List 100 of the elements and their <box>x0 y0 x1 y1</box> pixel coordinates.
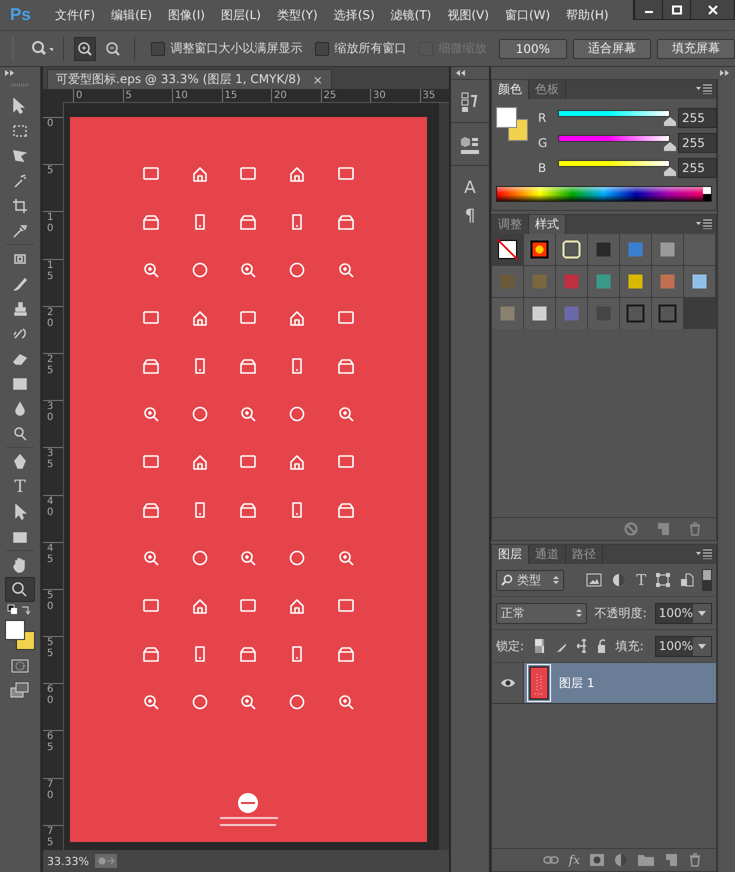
adjustment-layer-icon[interactable] <box>614 853 628 867</box>
close-button[interactable] <box>690 0 734 19</box>
menu-item[interactable]: 图层(L) <box>212 6 269 24</box>
collapse-icon[interactable] <box>456 70 466 76</box>
folder-icon[interactable] <box>638 854 654 866</box>
checkbox[interactable] <box>150 42 165 56</box>
maximize-button[interactable] <box>662 0 690 19</box>
option-button[interactable]: 填充屏幕 <box>657 38 735 58</box>
panel-menu-icon[interactable] <box>696 219 712 229</box>
zoom-tool[interactable] <box>5 577 35 602</box>
foreground-color-swatch[interactable] <box>496 107 517 128</box>
link-icon[interactable] <box>542 855 559 865</box>
lock-position-icon[interactable] <box>576 639 586 653</box>
character-panel-button[interactable]: A <box>464 178 476 198</box>
menu-item[interactable]: 类型(Y) <box>268 6 326 24</box>
new-layer-icon[interactable] <box>664 853 678 867</box>
document-tab[interactable]: 可爱型图标.eps @ 33.3% (图层 1, CMYK/8) × <box>47 69 332 89</box>
layer-style-button[interactable]: fx <box>568 853 580 867</box>
panel-tab[interactable]: 颜色 <box>492 80 529 99</box>
opacity-field[interactable]: 100% <box>654 602 712 624</box>
panel-tab[interactable]: 路径 <box>566 545 603 564</box>
channel-label: B <box>538 160 548 174</box>
panel-tab[interactable]: 色板 <box>529 80 566 99</box>
lock-transparency-icon[interactable] <box>535 639 544 653</box>
shape-filter-icon[interactable] <box>656 573 670 587</box>
wand-icon <box>12 172 28 188</box>
menu-item[interactable]: 帮助(H) <box>558 6 617 24</box>
ruler-label: 10 <box>47 212 54 234</box>
layer-filter-dropdown[interactable]: 类型 <box>496 570 564 590</box>
ruler-label: 25 <box>320 89 370 102</box>
slider-track[interactable] <box>558 160 670 166</box>
ruler-label: 10 <box>172 89 222 102</box>
blend-mode-dropdown[interactable]: 正常 <box>496 602 587 624</box>
fill-field[interactable]: 100% <box>654 636 712 656</box>
menu-item[interactable]: 文件(F) <box>46 6 104 24</box>
style-preset[interactable] <box>524 234 555 265</box>
cube-panel-icon[interactable] <box>460 135 480 157</box>
slider-track[interactable] <box>558 110 670 116</box>
quick-mask-icon[interactable] <box>11 658 29 674</box>
eye-icon[interactable] <box>500 678 514 688</box>
option-button[interactable]: 适合屏幕 <box>573 38 651 58</box>
zoom-level[interactable]: 33.33% <box>47 854 89 868</box>
smart-object-filter-icon[interactable] <box>680 573 694 587</box>
foreground-color-swatch[interactable] <box>5 620 25 640</box>
zoom-in-button[interactable] <box>74 36 96 60</box>
menu-item[interactable]: 窗口(W) <box>496 6 558 24</box>
close-icon <box>706 4 718 14</box>
lock-icon[interactable] <box>596 639 605 653</box>
checkbox-label: 调整窗口大小以满屏显示 <box>170 40 303 57</box>
menu-item[interactable]: 选择(S) <box>326 6 383 24</box>
layer-mask-icon[interactable] <box>590 854 604 866</box>
slider-thumb[interactable] <box>664 166 676 176</box>
dropdown-arrow-icon[interactable] <box>698 610 706 616</box>
minimize-button[interactable] <box>634 0 662 19</box>
channel-label: G <box>538 136 548 150</box>
arrow-icon <box>12 98 28 114</box>
type-tool[interactable]: T <box>5 474 35 499</box>
ruler-label: 0 <box>47 118 54 129</box>
ruler-label: 5 <box>47 165 54 176</box>
menu-item[interactable]: 编辑(E) <box>103 6 160 24</box>
panel-menu-icon[interactable] <box>696 84 712 94</box>
trash-icon[interactable] <box>688 853 702 867</box>
slider-thumb[interactable] <box>664 142 676 150</box>
status-menu-icon[interactable] <box>94 854 117 868</box>
menu-item[interactable]: 图像(I) <box>160 6 213 24</box>
channel-label: R <box>538 110 548 124</box>
color-spectrum[interactable] <box>496 186 712 202</box>
paragraph-panel-button[interactable]: ¶ <box>464 206 476 226</box>
ruler-label: 40 <box>47 496 54 518</box>
channel-value-field[interactable]: 255 <box>678 108 717 128</box>
history-panel-icon[interactable] <box>460 92 480 114</box>
scrollbar[interactable] <box>439 103 449 850</box>
slider-track[interactable] <box>558 134 670 142</box>
panel-tab[interactable]: 图层 <box>492 545 529 564</box>
dropdown-arrow-icon[interactable] <box>698 644 706 648</box>
zoom-tool-preset-icon[interactable] <box>30 40 54 58</box>
menu-item[interactable]: 滤镜(T) <box>382 6 440 24</box>
ruler-label: 5 <box>122 89 172 102</box>
crop-icon <box>12 198 28 214</box>
layer-row[interactable]: 图层 1 <box>492 663 716 704</box>
slider-thumb[interactable] <box>664 116 676 126</box>
adjustment-filter-icon[interactable] <box>612 573 626 587</box>
channel-value-field[interactable]: 255 <box>678 158 717 178</box>
stamp-icon <box>12 300 28 316</box>
checkbox[interactable] <box>314 42 329 56</box>
option-button[interactable]: 100% <box>498 38 567 58</box>
collapse-icon[interactable] <box>720 70 730 76</box>
pixel-filter-icon[interactable] <box>586 573 602 587</box>
panel-tab[interactable]: 样式 <box>529 215 566 234</box>
ruler-label: 20 <box>271 89 320 102</box>
panel-tab[interactable]: 通道 <box>529 545 566 564</box>
channel-value-field[interactable]: 255 <box>678 132 717 152</box>
panel-menu-icon[interactable] <box>696 549 712 559</box>
collapse-icon[interactable] <box>5 70 15 76</box>
search-icon <box>12 582 28 598</box>
type-filter-button[interactable]: T <box>636 571 646 589</box>
menu-item[interactable]: 视图(V) <box>439 6 497 24</box>
gradient-icon <box>12 376 28 392</box>
screen-mode-icon[interactable] <box>10 682 30 698</box>
filter-toggle-switch[interactable] <box>702 569 712 591</box>
